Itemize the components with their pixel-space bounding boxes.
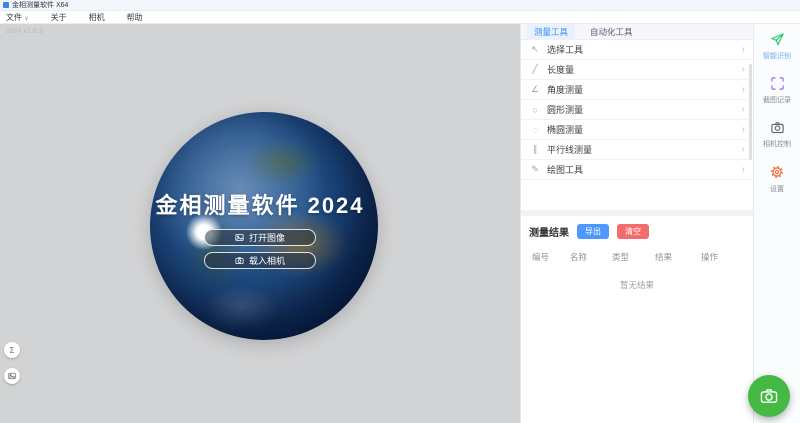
tab-automation-tools[interactable]: 自动化工具	[583, 24, 640, 40]
tool-group-angle[interactable]: ∠ 角度测量 ›	[521, 80, 753, 100]
capture-fab-button[interactable]	[748, 375, 790, 417]
menu-help[interactable]: 帮助	[127, 12, 143, 23]
clear-button[interactable]: 清空	[617, 224, 649, 239]
tools-tabbar: 测量工具 自动化工具	[521, 24, 753, 40]
gear-icon	[769, 164, 785, 180]
app-window: 金相测量软件 X64 文件 ∨ 关于 相机 帮助 2024 v1.0.3 金相测…	[0, 0, 800, 423]
chevron-right-icon: ›	[742, 84, 745, 95]
tool-group-draw[interactable]: ✎ 绘图工具 ›	[521, 160, 753, 180]
col-result: 结果	[655, 251, 701, 263]
menu-bar: 文件 ∨ 关于 相机 帮助	[0, 11, 800, 24]
results-title: 测量结果	[529, 224, 569, 239]
pencil-icon: ✎	[529, 164, 541, 175]
image-icon	[235, 233, 244, 242]
sidebar-item-camera-control[interactable]: 相机控制	[754, 118, 800, 162]
menu-file[interactable]: 文件 ∨	[6, 12, 29, 23]
chevron-right-icon: ›	[742, 164, 745, 175]
image-tool-button[interactable]	[4, 368, 20, 384]
camera-icon	[770, 120, 785, 135]
scan-frame-icon	[770, 76, 785, 91]
tool-group-length[interactable]: ╱ 长度量 ›	[521, 60, 753, 80]
title-bar: 金相测量软件 X64	[0, 0, 800, 11]
chevron-right-icon: ›	[742, 44, 745, 55]
splash-title: 金相测量软件 2024	[0, 188, 520, 220]
chevron-right-icon: ›	[742, 144, 745, 155]
angle-icon: ∠	[529, 84, 541, 95]
open-image-label: 打开图像	[249, 231, 285, 244]
tool-group-circle[interactable]: ○ 圆形测量 ›	[521, 100, 753, 120]
menu-camera[interactable]: 相机	[89, 12, 105, 23]
circle-icon: ○	[529, 105, 541, 115]
camera-icon	[235, 256, 244, 265]
sidebar-item-smart-recognition[interactable]: 智能识别	[754, 30, 800, 74]
paper-plane-icon	[770, 32, 785, 47]
export-button[interactable]: 导出	[577, 224, 609, 239]
parallel-icon: ∥	[529, 144, 541, 155]
results-section: 测量结果 导出 清空 编号 名称 类型 结果 操作 暂无结果	[521, 216, 753, 291]
cursor-icon: ↖	[529, 44, 541, 55]
app-logo-icon	[3, 2, 9, 8]
col-name: 名称	[570, 251, 612, 263]
tool-group-list: ↖ 选择工具 › ╱ 长度量 › ∠ 角度测量 › ○ 圆形测量 › ◌ 椭圆测	[521, 40, 753, 180]
tool-group-ellipse[interactable]: ◌ 椭圆测量 ›	[521, 120, 753, 140]
chevron-right-icon: ›	[742, 124, 745, 135]
line-icon: ╱	[529, 64, 541, 75]
open-image-button[interactable]: 打开图像	[204, 229, 316, 246]
col-type: 类型	[612, 251, 655, 263]
tools-panel: 测量工具 自动化工具 ↖ 选择工具 › ╱ 长度量 › ∠ 角度测量 › ○ 圆…	[520, 24, 753, 423]
menu-about[interactable]: 关于	[51, 12, 67, 23]
sidebar-item-capture-records[interactable]: 截图记录	[754, 74, 800, 118]
load-camera-button[interactable]: 载入相机	[204, 252, 316, 269]
chevron-down-icon: ∨	[24, 16, 28, 22]
image-icon	[8, 372, 16, 380]
load-camera-label: 载入相机	[249, 254, 285, 267]
main-canvas: 2024 v1.0.3 金相测量软件 2024 打开图像 载入相机 Σ	[0, 24, 520, 423]
sigma-tool-button[interactable]: Σ	[4, 342, 20, 358]
scrollbar-thumb[interactable]	[749, 64, 752, 160]
empty-state-text: 暂无结果	[521, 279, 753, 291]
chevron-right-icon: ›	[742, 104, 745, 115]
version-label: 2024 v1.0.3	[6, 28, 43, 35]
tool-group-parallel[interactable]: ∥ 平行线测量 ›	[521, 140, 753, 160]
sigma-icon: Σ	[10, 346, 15, 355]
col-number: 编号	[532, 251, 570, 263]
right-sidebar: 智能识别 截图记录 相机控制 设置	[753, 24, 800, 423]
col-action: 操作	[701, 251, 753, 263]
window-title: 金相测量软件 X64	[12, 0, 68, 10]
earth-globe-image	[150, 112, 378, 340]
chevron-right-icon: ›	[742, 64, 745, 75]
ellipse-icon: ◌	[529, 125, 541, 135]
tab-measure-tools[interactable]: 测量工具	[527, 24, 575, 40]
tool-group-select[interactable]: ↖ 选择工具 ›	[521, 40, 753, 60]
sidebar-item-settings[interactable]: 设置	[754, 162, 800, 206]
results-table-header: 编号 名称 类型 结果 操作	[521, 251, 753, 263]
camera-icon	[758, 385, 780, 407]
